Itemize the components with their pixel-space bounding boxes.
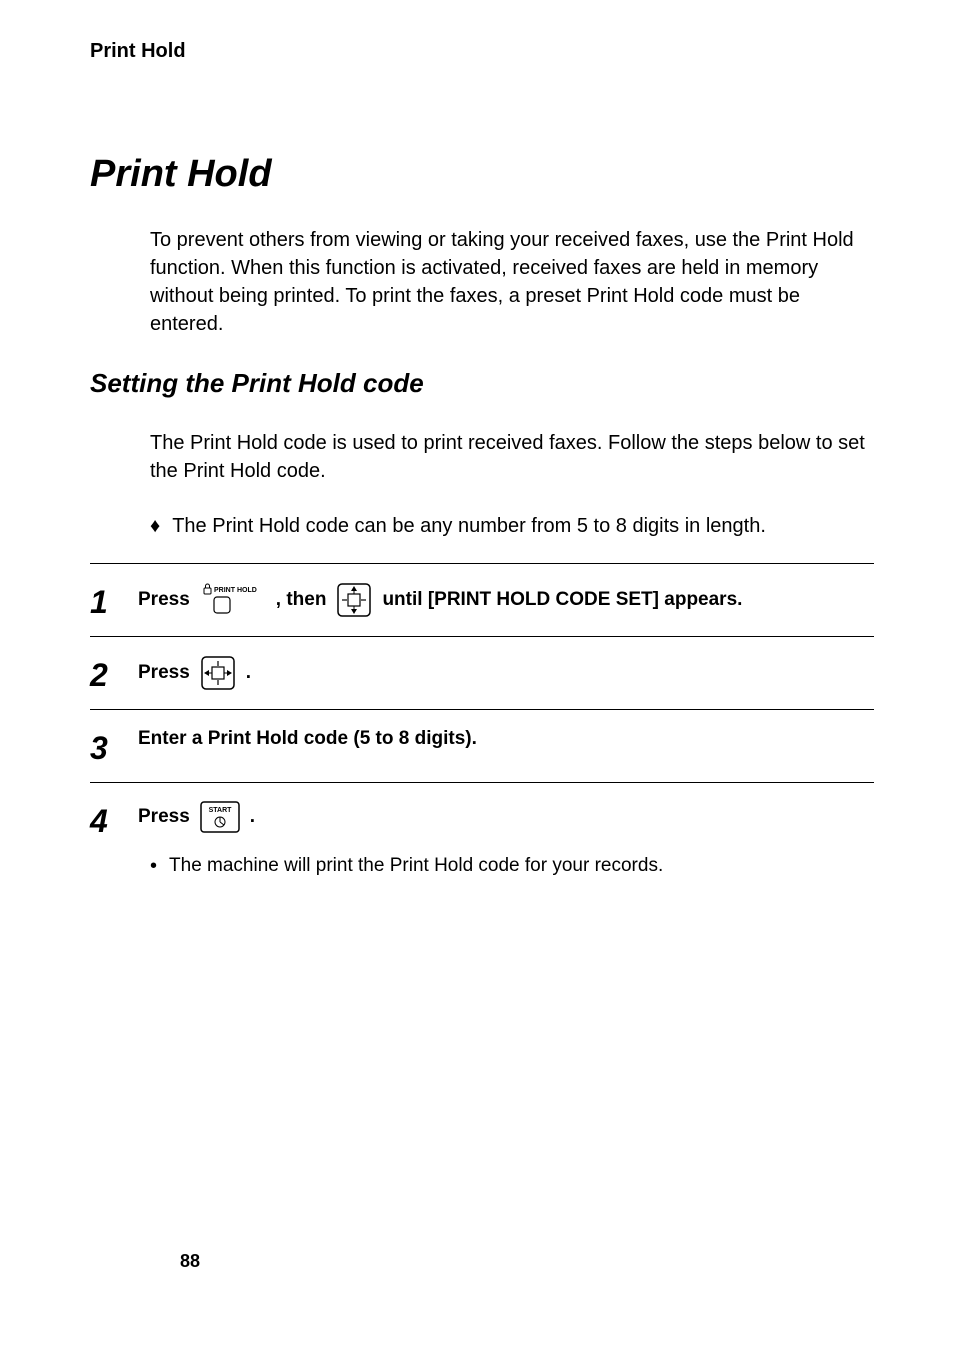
step4-press: Press bbox=[138, 806, 190, 828]
nav-key-icon bbox=[200, 655, 236, 691]
section-subtitle: Setting the Print Hold code bbox=[90, 368, 874, 399]
step-number: 1 bbox=[90, 582, 138, 618]
step-3: 3 Enter a Print Hold code (5 to 8 digits… bbox=[90, 709, 874, 782]
step2-press: Press bbox=[138, 662, 190, 684]
step-number: 3 bbox=[90, 728, 138, 764]
step4-bullet: • The machine will print the Print Hold … bbox=[150, 855, 874, 878]
print-hold-button-icon: PRINT HOLD bbox=[200, 583, 266, 617]
page-number: 88 bbox=[180, 1251, 200, 1272]
main-title: Print Hold bbox=[90, 153, 874, 196]
nav-key-icon bbox=[336, 582, 372, 618]
svg-text:PRINT HOLD: PRINT HOLD bbox=[214, 587, 257, 594]
step4-bullet-text: The machine will print the Print Hold co… bbox=[169, 855, 663, 877]
step-number: 4 bbox=[90, 801, 138, 837]
bullet-dot-icon: • bbox=[150, 855, 157, 878]
step-1: 1 Press PRINT HOLD , then bbox=[90, 563, 874, 636]
step-2: 2 Press . bbox=[90, 636, 874, 709]
sub-paragraph: The Print Hold code is used to print rec… bbox=[150, 429, 874, 485]
svg-text:START: START bbox=[208, 807, 232, 814]
running-header: Print Hold bbox=[90, 40, 874, 63]
note-text: The Print Hold code can be any number fr… bbox=[172, 515, 766, 538]
note-bullet: ♦ The Print Hold code can be any number … bbox=[150, 515, 874, 538]
start-button-icon: START bbox=[200, 801, 240, 833]
step1-press: Press bbox=[138, 589, 190, 611]
diamond-icon: ♦ bbox=[150, 515, 160, 538]
step1-then: , then bbox=[276, 589, 327, 611]
step1-until: until [PRINT HOLD CODE SET] appears. bbox=[382, 589, 742, 611]
intro-paragraph: To prevent others from viewing or taking… bbox=[150, 226, 874, 338]
step3-text: Enter a Print Hold code (5 to 8 digits). bbox=[138, 728, 477, 750]
step2-period: . bbox=[246, 662, 251, 684]
step-number: 2 bbox=[90, 655, 138, 691]
step4-period: . bbox=[250, 806, 255, 828]
step-4: 4 Press START . • The machine will print… bbox=[90, 782, 874, 896]
